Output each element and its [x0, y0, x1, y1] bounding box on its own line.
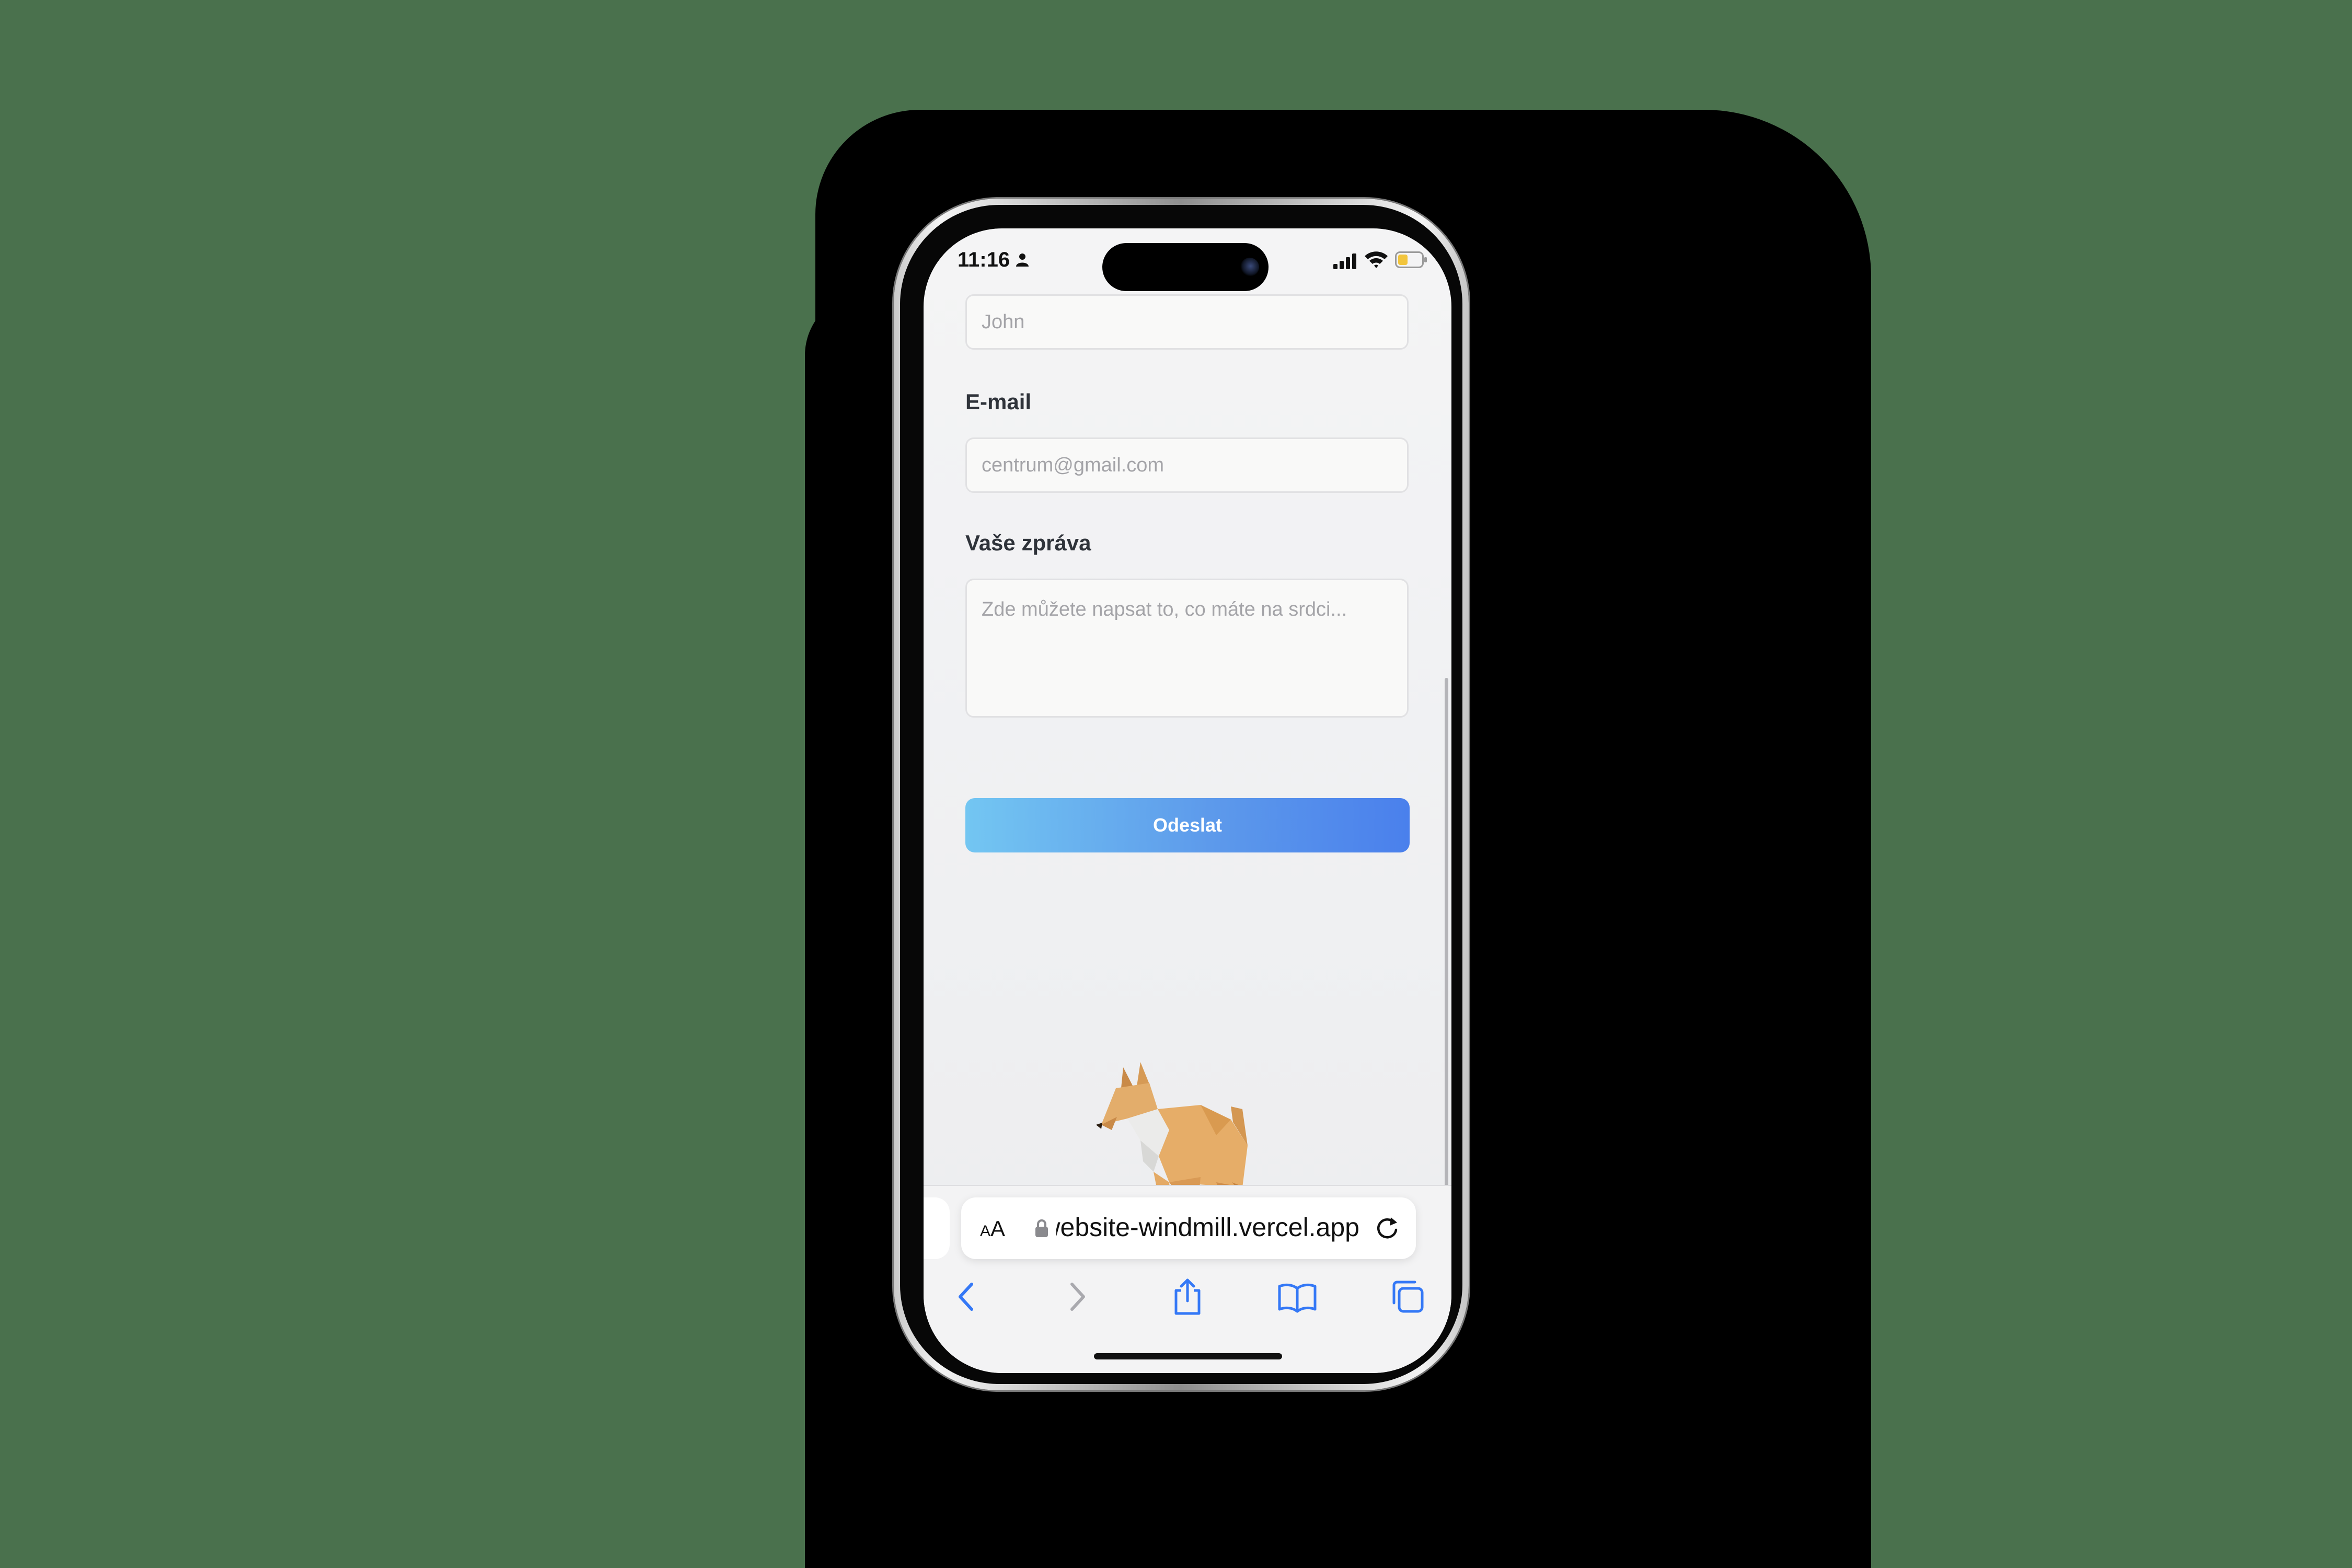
reload-icon[interactable] [1373, 1214, 1401, 1242]
wifi-icon [1365, 251, 1388, 268]
message-field[interactable]: Zde můžete napsat to, co máte na srdci..… [965, 579, 1409, 718]
tabs-icon[interactable] [1387, 1276, 1428, 1318]
message-label: Vaše zpráva [965, 531, 1091, 555]
text-size-button[interactable]: AA [980, 1216, 1005, 1241]
status-bar: 11:16 [924, 228, 1451, 296]
address-bar[interactable]: AA website-windmill.vercel.app [961, 1197, 1416, 1259]
forward-icon[interactable] [1056, 1276, 1098, 1318]
email-field[interactable]: centrum@gmail.com [965, 437, 1409, 493]
cellular-signal-icon [1333, 253, 1356, 269]
name-field[interactable]: John [965, 294, 1409, 350]
share-icon[interactable] [1167, 1276, 1208, 1318]
phone-bezel: 11:16 John E-mail centrum@gmail.com Vaše… [900, 205, 1462, 1384]
safari-toolbar: AA website-windmill.vercel.app [924, 1185, 1451, 1373]
bookmarks-icon[interactable] [1276, 1276, 1318, 1318]
email-label: E-mail [965, 389, 1032, 414]
person-icon [1016, 253, 1029, 267]
camera-icon [1240, 258, 1259, 276]
url-text: website-windmill.vercel.app [1056, 1213, 1359, 1242]
submit-button[interactable]: Odeslat [965, 798, 1410, 852]
url-display[interactable]: website-windmill.vercel.app [1056, 1212, 1359, 1246]
battery-icon [1395, 251, 1427, 268]
scroll-indicator[interactable] [1445, 678, 1448, 1227]
phone-frame: 11:16 John E-mail centrum@gmail.com Vaše… [894, 199, 1469, 1390]
status-time: 11:16 [958, 248, 1010, 271]
back-icon[interactable] [947, 1276, 988, 1318]
previous-tab-peek[interactable] [924, 1197, 950, 1259]
dynamic-island [1102, 243, 1269, 291]
lock-icon [1035, 1219, 1048, 1237]
home-indicator[interactable] [1094, 1353, 1282, 1359]
phone-screen: 11:16 John E-mail centrum@gmail.com Vaše… [924, 228, 1451, 1373]
